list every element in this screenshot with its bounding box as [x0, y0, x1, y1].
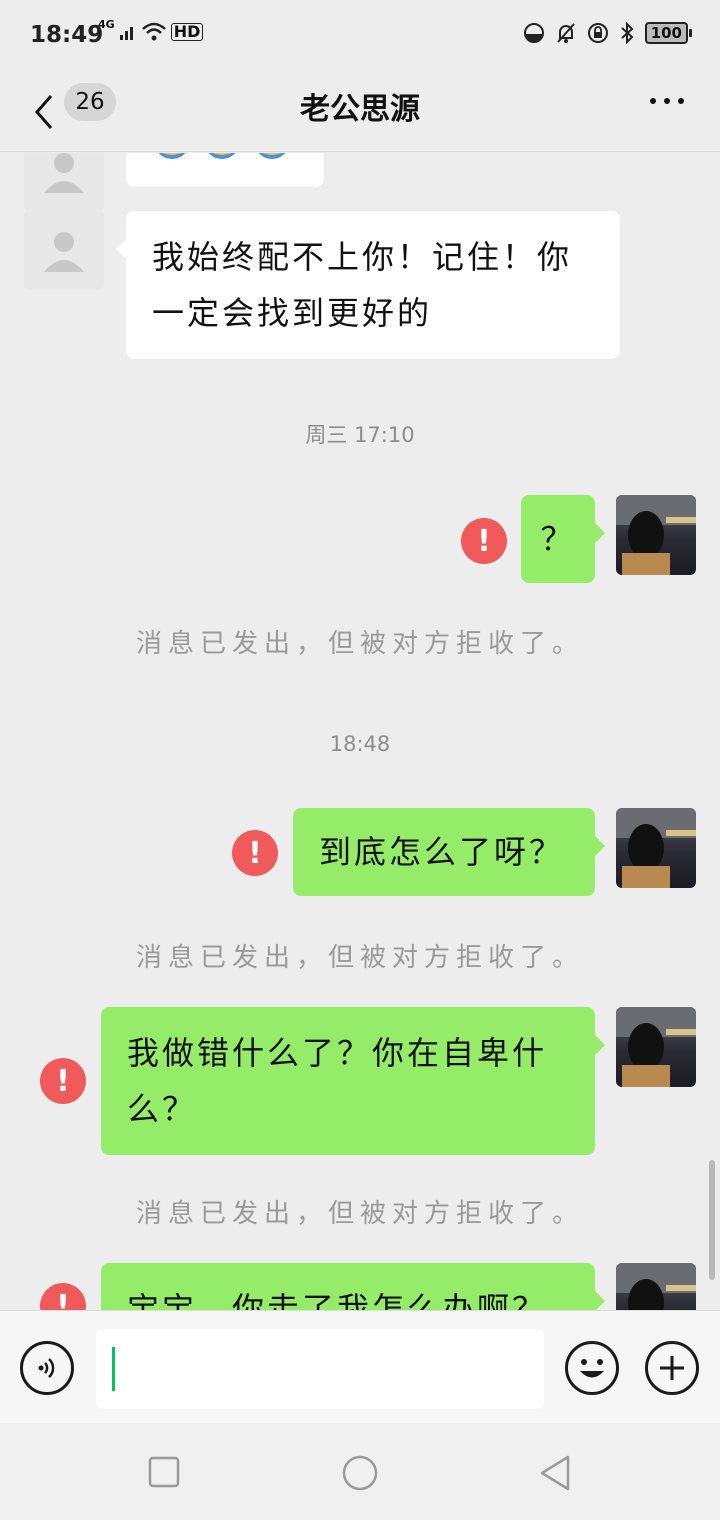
chat-title: 老公思源 — [300, 92, 420, 127]
avatar-photo-icon — [616, 495, 696, 575]
navigation-bar — [0, 1423, 720, 1520]
status-bar: 18:49 4G HD 100 — [0, 0, 720, 72]
fail-icon[interactable]: ! — [40, 1283, 86, 1310]
eye-comfort-icon — [523, 23, 544, 43]
signal-icon — [119, 27, 133, 40]
message-timestamp: 18:48 — [329, 732, 391, 756]
network-indicators: 4G HD — [98, 18, 204, 42]
battery-icon: 100 — [644, 22, 692, 44]
message-list[interactable]: 我始终配不上你！记住！你一定会找到更好的 周三 17:10 ! ？ 消息已发出，… — [0, 153, 720, 1310]
message-text: 宝宝，你走了我怎么办啊？ — [127, 1290, 548, 1310]
avatar-photo-icon — [616, 808, 696, 888]
avatar-photo-icon — [616, 1263, 696, 1310]
avatar-photo-icon — [616, 1007, 696, 1087]
outgoing-message[interactable]: 宝宝，你走了我怎么办啊？ — [101, 1263, 605, 1310]
more-icon[interactable] — [650, 98, 684, 104]
text-caret — [112, 1347, 115, 1391]
message-timestamp: 周三 17:10 — [305, 423, 415, 447]
nav-back-icon[interactable] — [538, 1454, 572, 1492]
message-input[interactable] — [96, 1329, 544, 1409]
chat-header: 26 老公思源 — [0, 72, 720, 152]
default-avatar-icon — [44, 153, 84, 193]
rotation-lock-icon — [587, 23, 608, 43]
status-time: 18:49 — [30, 22, 104, 48]
nav-home-icon[interactable] — [341, 1454, 379, 1492]
my-avatar[interactable] — [616, 1263, 696, 1310]
fail-icon[interactable]: ! — [40, 1058, 86, 1104]
emoji-button[interactable] — [565, 1341, 619, 1395]
wifi-icon — [141, 22, 166, 41]
mute-bell-icon — [556, 23, 575, 43]
system-notice: 消息已发出，但被对方拒收了。 — [135, 629, 584, 659]
scrollbar[interactable] — [709, 1160, 715, 1280]
contact-avatar[interactable] — [24, 153, 104, 211]
system-indicators: 100 — [523, 22, 692, 44]
system-notice: 消息已发出，但被对方拒收了。 — [135, 943, 584, 973]
outgoing-message[interactable]: 到底怎么了呀？ — [293, 808, 605, 896]
voice-icon — [38, 1358, 55, 1378]
contact-avatar[interactable] — [24, 210, 104, 290]
network-type-label: 4G — [98, 17, 115, 31]
battery-level: 100 — [644, 22, 688, 44]
plus-icon — [660, 1356, 684, 1380]
my-avatar[interactable] — [616, 495, 696, 575]
message-text: 我做错什么了？你在自卑什么？ — [127, 1034, 548, 1128]
incoming-message-partial[interactable] — [126, 153, 324, 187]
my-avatar[interactable] — [616, 808, 696, 888]
emoji-icon — [580, 1359, 604, 1378]
bluetooth-icon — [621, 22, 634, 44]
default-avatar-icon — [44, 232, 84, 272]
incoming-message[interactable]: 我始终配不上你！记住！你一定会找到更好的 — [116, 211, 620, 359]
system-notice: 消息已发出，但被对方拒收了。 — [135, 1199, 584, 1229]
my-avatar[interactable] — [616, 1007, 696, 1087]
input-bar — [0, 1310, 720, 1423]
emoji-row — [154, 153, 290, 159]
message-text: 到底怎么了呀？ — [319, 833, 565, 871]
outgoing-message[interactable]: 我做错什么了？你在自卑什么？ — [101, 1007, 605, 1155]
hd-label: HD — [170, 23, 204, 41]
voice-button[interactable] — [20, 1341, 74, 1395]
message-text: 我始终配不上你！记住！你一定会找到更好的 — [152, 238, 573, 332]
fail-icon[interactable]: ! — [461, 518, 507, 564]
nav-recents-icon[interactable] — [148, 1456, 180, 1488]
fail-icon[interactable]: ! — [232, 830, 278, 876]
outgoing-message[interactable]: ？ — [521, 495, 605, 583]
plus-button[interactable] — [645, 1341, 699, 1395]
message-text: ？ — [540, 520, 576, 558]
